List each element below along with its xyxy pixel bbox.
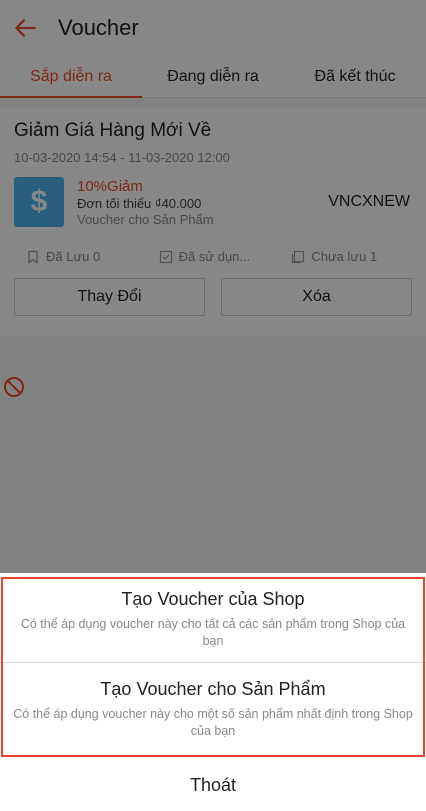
option-title: Tạo Voucher của Shop [121,589,305,609]
cancel-button[interactable]: Thoát [0,768,426,802]
option-description: Có thể áp dụng voucher này cho một số sả… [13,707,413,738]
dim-overlay[interactable] [0,0,426,573]
option-title: Tạo Voucher cho Sản Phẩm [100,679,326,699]
option-description: Có thể áp dụng voucher này cho tất cả cá… [20,617,406,648]
create-voucher-sheet: Tạo Voucher của Shop Có thể áp dụng vouc… [0,573,426,811]
create-shop-voucher-option[interactable]: Tạo Voucher của Shop Có thể áp dụng vouc… [0,573,426,662]
create-product-voucher-option[interactable]: Tạo Voucher cho Sản Phẩm Có thể áp dụng … [0,663,426,757]
